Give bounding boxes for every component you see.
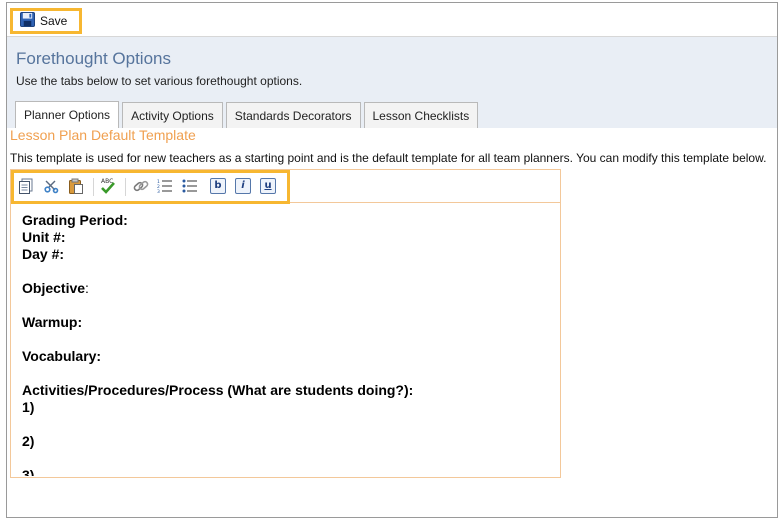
floppy-disk-icon	[20, 12, 35, 30]
template-line: Day #:	[22, 246, 65, 262]
section-title: Lesson Plan Default Template	[10, 127, 196, 143]
tab-standards-decorators[interactable]: Standards Decorators	[225, 102, 361, 128]
save-button[interactable]: Save	[10, 8, 83, 34]
template-line: 2)	[22, 433, 35, 449]
tab-bar: Planner Options Activity Options Standar…	[15, 101, 479, 128]
editor-content[interactable]: Grading Period: Unit #: Day #: Objective…	[22, 212, 552, 476]
save-button-label: Save	[40, 14, 68, 28]
tab-lesson-checklists[interactable]: Lesson Checklists	[363, 102, 479, 128]
tab-planner-options[interactable]: Planner Options	[15, 101, 120, 128]
tab-activity-options[interactable]: Activity Options	[122, 102, 223, 128]
top-toolbar: Save	[7, 3, 777, 37]
page-subtitle: Use the tabs below to set various foreth…	[16, 74, 303, 88]
template-editor: ABC 1 2 3 b i u Grading Period: Unit #: …	[10, 169, 561, 478]
template-line: Vocabulary:	[22, 348, 102, 364]
template-line: Activities/Procedures/Process (What are …	[22, 382, 414, 398]
options-header: Forethought Options Use the tabs below t…	[7, 37, 777, 128]
template-line: 1)	[22, 399, 35, 415]
editor-toolbar: ABC 1 2 3 b i u	[11, 170, 560, 204]
template-line: Objective:	[22, 280, 89, 296]
toolbar-highlight	[11, 170, 290, 204]
section-description: This template is used for new teachers a…	[10, 151, 767, 165]
page-title: Forethought Options	[16, 49, 171, 68]
template-line: Unit #:	[22, 229, 66, 245]
template-line: Grading Period:	[22, 212, 128, 228]
template-line: 3)	[22, 467, 35, 476]
template-line: Warmup:	[22, 314, 83, 330]
options-window: Save Forethought Options Use the tabs be…	[6, 2, 778, 518]
